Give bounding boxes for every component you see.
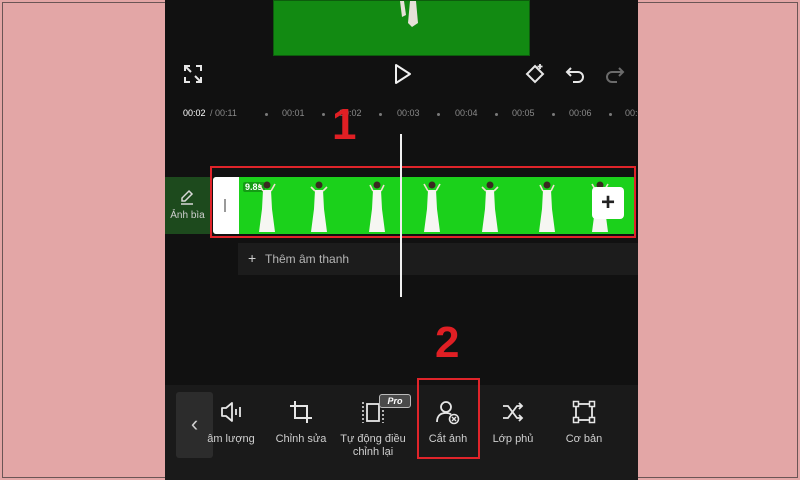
step-number-2: 2	[435, 318, 460, 367]
play-icon[interactable]	[393, 63, 413, 85]
tick-label: 00:05	[512, 108, 535, 118]
keyframe-icon[interactable]	[523, 62, 547, 86]
tool-label: âm lượng	[207, 433, 255, 445]
tick-dot	[552, 113, 555, 116]
total-time: / 00:11	[210, 108, 237, 118]
crop-icon	[290, 401, 312, 423]
tick-label: 00:04	[455, 108, 478, 118]
tick-label: 00:03	[397, 108, 420, 118]
time-ruler: 00:02 / 00:11 00:01 00:02 00:03 00:04 00…	[165, 104, 638, 124]
highlight-box-step-2	[417, 378, 480, 459]
add-audio-label: Thêm âm thanh	[265, 252, 350, 266]
add-audio-track[interactable]: + Thêm âm thanh	[238, 243, 638, 275]
current-time: 00:02	[183, 108, 206, 118]
plus-icon: +	[248, 250, 257, 266]
tick-dot	[379, 113, 382, 116]
playback-toolbar	[165, 56, 638, 92]
preview-figure-feet	[400, 1, 418, 27]
tool-overlay[interactable]: Lớp phủ	[478, 395, 548, 461]
tool-label: Chỉnh sửa	[275, 433, 327, 445]
tool-basic[interactable]: Cơ bản	[549, 395, 619, 461]
undo-icon[interactable]	[565, 64, 585, 84]
pro-badge: Pro	[379, 394, 411, 408]
tool-label: Tự động điều chỉnh lại	[340, 433, 406, 458]
tool-volume[interactable]: âm lượng	[196, 395, 266, 461]
tool-edit[interactable]: Chỉnh sửa	[266, 395, 336, 461]
tick-dot	[265, 113, 268, 116]
video-editor-app: 00:02 / 00:11 00:01 00:02 00:03 00:04 00…	[165, 0, 638, 480]
highlight-box-step-1	[210, 166, 636, 238]
playhead[interactable]	[400, 134, 402, 297]
tick-dot	[437, 113, 440, 116]
tick-dot	[495, 113, 498, 116]
tick-label: 00:06	[569, 108, 592, 118]
fullscreen-icon[interactable]	[183, 64, 203, 84]
basic-icon	[572, 400, 596, 424]
tick-label: 00:0	[625, 108, 638, 118]
edit-pencil-icon	[181, 189, 194, 205]
tool-label: Cơ bản	[565, 433, 603, 445]
tick-dot	[322, 113, 325, 116]
tick-dot	[609, 113, 612, 116]
tick-label: 00:01	[282, 108, 305, 118]
volume-icon	[221, 402, 241, 422]
overlay-icon	[503, 402, 524, 422]
tool-label: Lớp phủ	[492, 433, 534, 445]
video-preview	[273, 0, 530, 56]
cover-label: Ảnh bìa	[170, 210, 205, 221]
cover-thumbnail[interactable]: Ảnh bìa	[165, 177, 210, 234]
step-number-1: 1	[332, 100, 357, 149]
redo-icon[interactable]	[605, 64, 625, 84]
